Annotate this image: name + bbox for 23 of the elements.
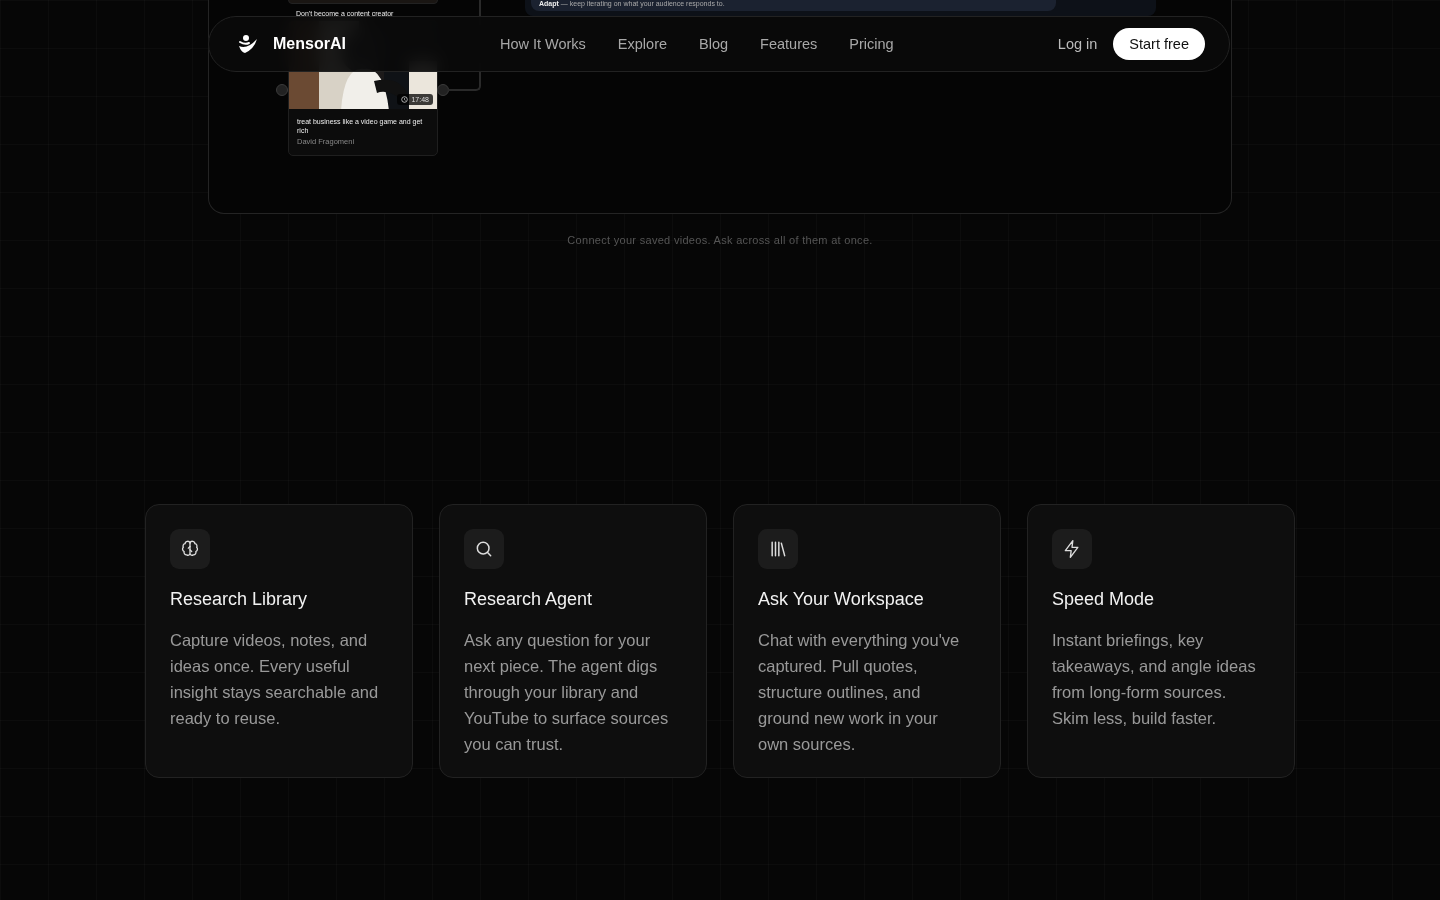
nav-link[interactable]: Explore [617,36,668,52]
start-free-button[interactable]: Start free [1113,28,1205,60]
caption: Connect your saved videos. Ask across all of them at once. [566,234,874,246]
clock-icon [401,96,409,103]
feature-description: Capture videos, notes, and ideas once. Every useful insight stays searchable and ready to reuse. [170,630,380,729]
connector-port [276,84,288,96]
feature-description: Instant briefings, key takeaways, and angle ideas from long-form sources. Skim less, build faster. [1052,630,1257,729]
brain-icon [180,539,200,559]
feature-description: Chat with everything you've captured. Pull quotes, structure outlines, and ground new work in your own sources. [758,630,961,755]
logo-icon [237,34,259,54]
feature-title: Speed Mode [1052,589,1156,610]
feature-title: Ask Your Workspace [758,589,925,610]
nav-link[interactable]: How It Works [499,36,586,52]
login-link[interactable]: Log in [1057,36,1098,52]
feature-title: Research Library [170,589,309,610]
connector-port [437,84,449,96]
feature-description: Ask any question for your next piece. The agent digs through your library and YouTube to surface sources you can trust. [464,630,670,755]
feature-title: Research Agent [464,589,594,610]
books-icon [768,539,788,559]
nav-link[interactable]: Blog [699,36,729,52]
nav-link[interactable]: Pricing [849,36,894,52]
search-icon [474,539,494,559]
nav-link[interactable]: Features [760,36,818,52]
